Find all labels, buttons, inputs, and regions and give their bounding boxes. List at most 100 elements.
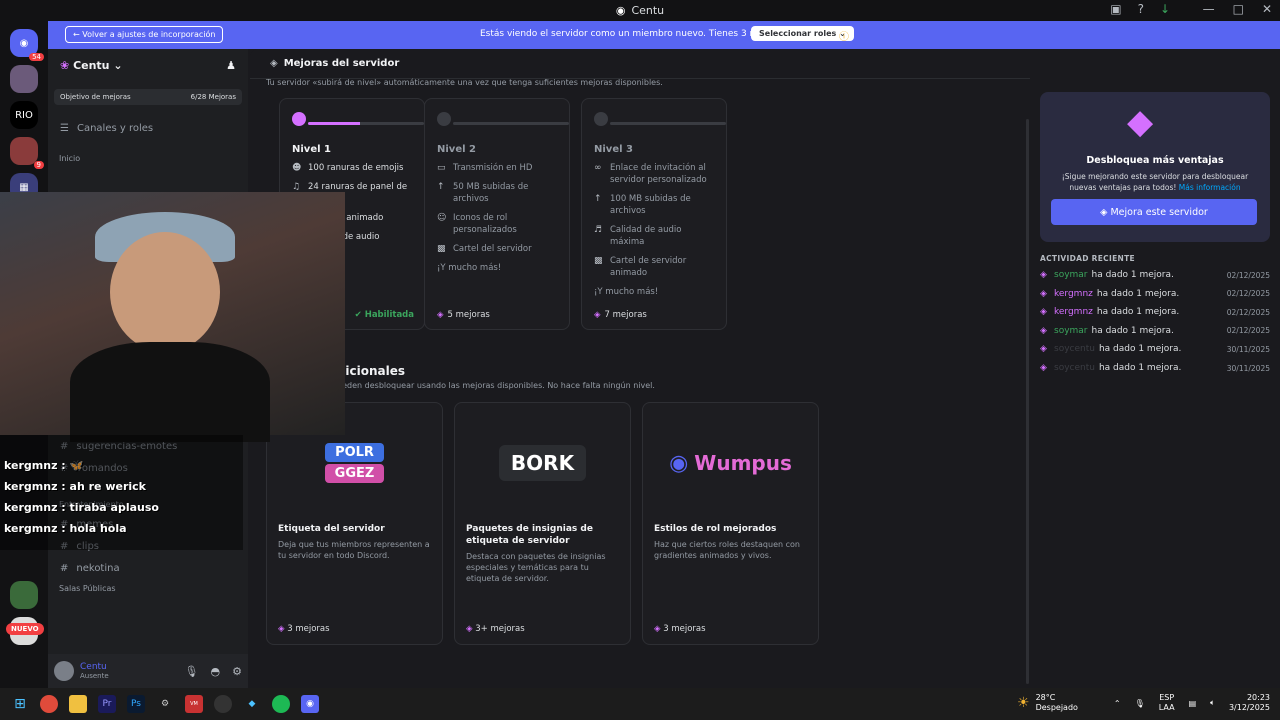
volume-icon: ♬ [594, 225, 603, 235]
scrollbar[interactable] [1026, 119, 1029, 684]
avatar[interactable] [54, 661, 74, 681]
hash-icon: # [60, 562, 69, 574]
maximize-button[interactable]: □ [1233, 2, 1244, 16]
activity-row: ◈ soycentu ha dado 1 mejora. 30/11/2025 [1040, 359, 1270, 377]
network-icon[interactable]: ▤ [1189, 699, 1197, 708]
steam-icon[interactable]: ⚙ [156, 695, 174, 713]
activity-row: ◈ soycentu ha dado 1 mejora. 30/11/2025 [1040, 340, 1270, 358]
perk-item: ▩ Cartel de servidor animado [594, 256, 687, 278]
activity-text: ha dado 1 mejora. [1098, 344, 1182, 355]
banner-icon: ▩ [594, 256, 603, 266]
inbox-icon[interactable]: ▣ [1110, 2, 1121, 16]
premiere-icon[interactable]: Pr [98, 695, 116, 713]
activity-user[interactable]: soycentu [1054, 344, 1095, 354]
server-icon-5[interactable] [10, 581, 38, 609]
category-salas[interactable]: Salas Públicas [48, 579, 248, 597]
category-inicio[interactable]: Inicio [48, 149, 248, 167]
arrow-left-icon: ← [73, 30, 80, 39]
server-icon-centu[interactable] [10, 65, 38, 93]
boost-gem-icon: ◈ [1040, 270, 1047, 280]
level-card-3: Nivel 3 ∞ Enlace de invitación al servido… [581, 98, 727, 330]
server-icon-3[interactable]: 9 [10, 137, 44, 169]
clock[interactable]: 20:23 3/12/2025 [1229, 693, 1270, 713]
level-node-icon [292, 112, 306, 126]
feature-card-badge-packs[interactable]: BORK Paquetes de insignias de etiqueta d… [454, 402, 631, 645]
boost-server-button[interactable]: ◈ Mejora este servidor [1051, 199, 1257, 225]
activity-date: 30/11/2025 [1226, 363, 1270, 373]
server-icon-2[interactable]: RIO [10, 101, 38, 129]
user-name: Centu [80, 662, 107, 672]
level-progress [308, 122, 424, 125]
user-status: Ausente [80, 672, 109, 680]
window-title: ◉ Centu [615, 4, 665, 17]
channels-and-roles[interactable]: ☰ Canales y roles [48, 117, 248, 139]
activity-user[interactable]: soymar [1054, 270, 1088, 280]
activity-row: ◈ soymar ha dado 1 mejora. 02/12/2025 [1040, 266, 1270, 284]
voicemeeter-icon[interactable]: VM [185, 695, 203, 713]
activity-row: ◈ kergmnz ha dado 1 mejora. 02/12/2025 [1040, 303, 1270, 321]
webcam-overlay [0, 192, 345, 442]
feature-card-role-styles[interactable]: ◉ Wumpus Estilos de rol mejorados Haz qu… [642, 402, 819, 645]
boost-gem-icon: ◈ [466, 624, 473, 634]
boost-gem-icon: ◈ [594, 310, 601, 320]
activity-row: ◈ soymar ha dado 1 mejora. 02/12/2025 [1040, 322, 1270, 340]
download-icon[interactable]: ↓ [1160, 2, 1170, 16]
back-to-onboarding-button[interactable]: ← Volver a ajustes de incorporación [65, 26, 224, 43]
close-button[interactable]: ✕ [1262, 2, 1272, 16]
spotify-icon[interactable] [272, 695, 290, 713]
microphone-icon[interactable]: 🎙︎ [185, 665, 199, 678]
activity-user[interactable]: kergmnz [1054, 289, 1093, 299]
photoshop-icon[interactable]: Ps [127, 695, 145, 713]
info-icon[interactable]: ⓘ [839, 28, 849, 43]
minimize-button[interactable]: — [1203, 2, 1215, 16]
headphones-icon[interactable]: ◓ [211, 665, 221, 678]
language-indicator[interactable]: ESP LAA [1159, 693, 1175, 713]
activity-user[interactable]: soymar [1054, 326, 1088, 336]
help-icon[interactable]: ? [1138, 2, 1144, 16]
learn-more-link[interactable]: Más información [1179, 183, 1241, 192]
server-boost-page: ◈ Mejoras del servidor Tu servidor «subi… [250, 49, 1280, 688]
windows-start-icon[interactable]: ⊞ [11, 695, 29, 713]
activity-title: ACTIVIDAD RECIENTE [1040, 254, 1135, 263]
feature-card-server-tag[interactable]: POLR GGEZ Etiqueta del servidor Deja que… [266, 402, 443, 645]
page-header: ◈ Mejoras del servidor [250, 49, 1030, 79]
perk-item: ∞ Enlace de invitación al servidor person… [594, 163, 707, 185]
level-node-icon [594, 112, 608, 126]
level-requirement: ◈ 7 mejoras [594, 310, 647, 320]
volume-icon[interactable]: 🔈︎ [1210, 698, 1215, 708]
activity-user[interactable]: kergmnz [1054, 307, 1093, 317]
activity-date: 02/12/2025 [1226, 270, 1270, 280]
file-explorer-icon[interactable] [69, 695, 87, 713]
new-badge[interactable]: NUEVO [6, 623, 44, 635]
enabled-status: ✔ Habilitada [354, 310, 414, 320]
discord-icon: ◉ [19, 37, 29, 49]
add-member-icon[interactable]: ♟ [226, 59, 236, 72]
stream-chat-overlay: kergmnz : 🦋 kergmnz : ah re werick kergm… [0, 435, 243, 550]
boost-goal-bar[interactable]: Objetivo de mejoras 6/28 Mejoras [54, 89, 242, 105]
activity-text: ha dado 1 mejora. [1091, 325, 1174, 336]
chevron-up-icon[interactable]: ⌃ [1114, 699, 1121, 708]
activity-text: ha dado 1 mejora. [1091, 270, 1174, 280]
server-badge-icon: ❀ [60, 58, 70, 72]
chrome-icon[interactable] [40, 695, 58, 713]
weather-widget[interactable]: ☀ 28°C Despejado [1017, 693, 1078, 713]
webcam-person [110, 232, 220, 352]
window-titlebar: ◉ Centu ▣ ? ↓ — □ ✕ [0, 0, 1280, 21]
perk-item: ▭ Transmisión en HD [437, 163, 533, 173]
user-panel: Centu Ausente 🎙︎ ◓ ⚙ [48, 654, 248, 688]
gear-icon[interactable]: ⚙ [232, 665, 242, 678]
channel-nekotina[interactable]: # nekotina [48, 557, 248, 579]
activity-text: ha dado 1 mejora. [1098, 363, 1182, 373]
obs-icon[interactable] [214, 695, 232, 713]
discord-taskbar-icon[interactable]: ◉ [301, 695, 319, 713]
perk-more: ¡Y mucho más! [437, 263, 502, 273]
boost-gem-icon: ◈ [654, 624, 661, 634]
direct-messages-button[interactable]: ◉ 54 [10, 29, 44, 61]
server-header[interactable]: ❀ Centu ⌄ ♟ [48, 49, 248, 81]
activity-row: ◈ kergmnz ha dado 1 mejora. 02/12/2025 [1040, 285, 1270, 303]
link-icon: ∞ [594, 163, 602, 173]
microphone-icon[interactable]: 🎙︎ [1135, 699, 1145, 708]
emoji-icon: ☻ [292, 163, 302, 173]
app-icon[interactable]: ◆ [243, 695, 261, 713]
activity-user[interactable]: soycentu [1054, 363, 1095, 373]
